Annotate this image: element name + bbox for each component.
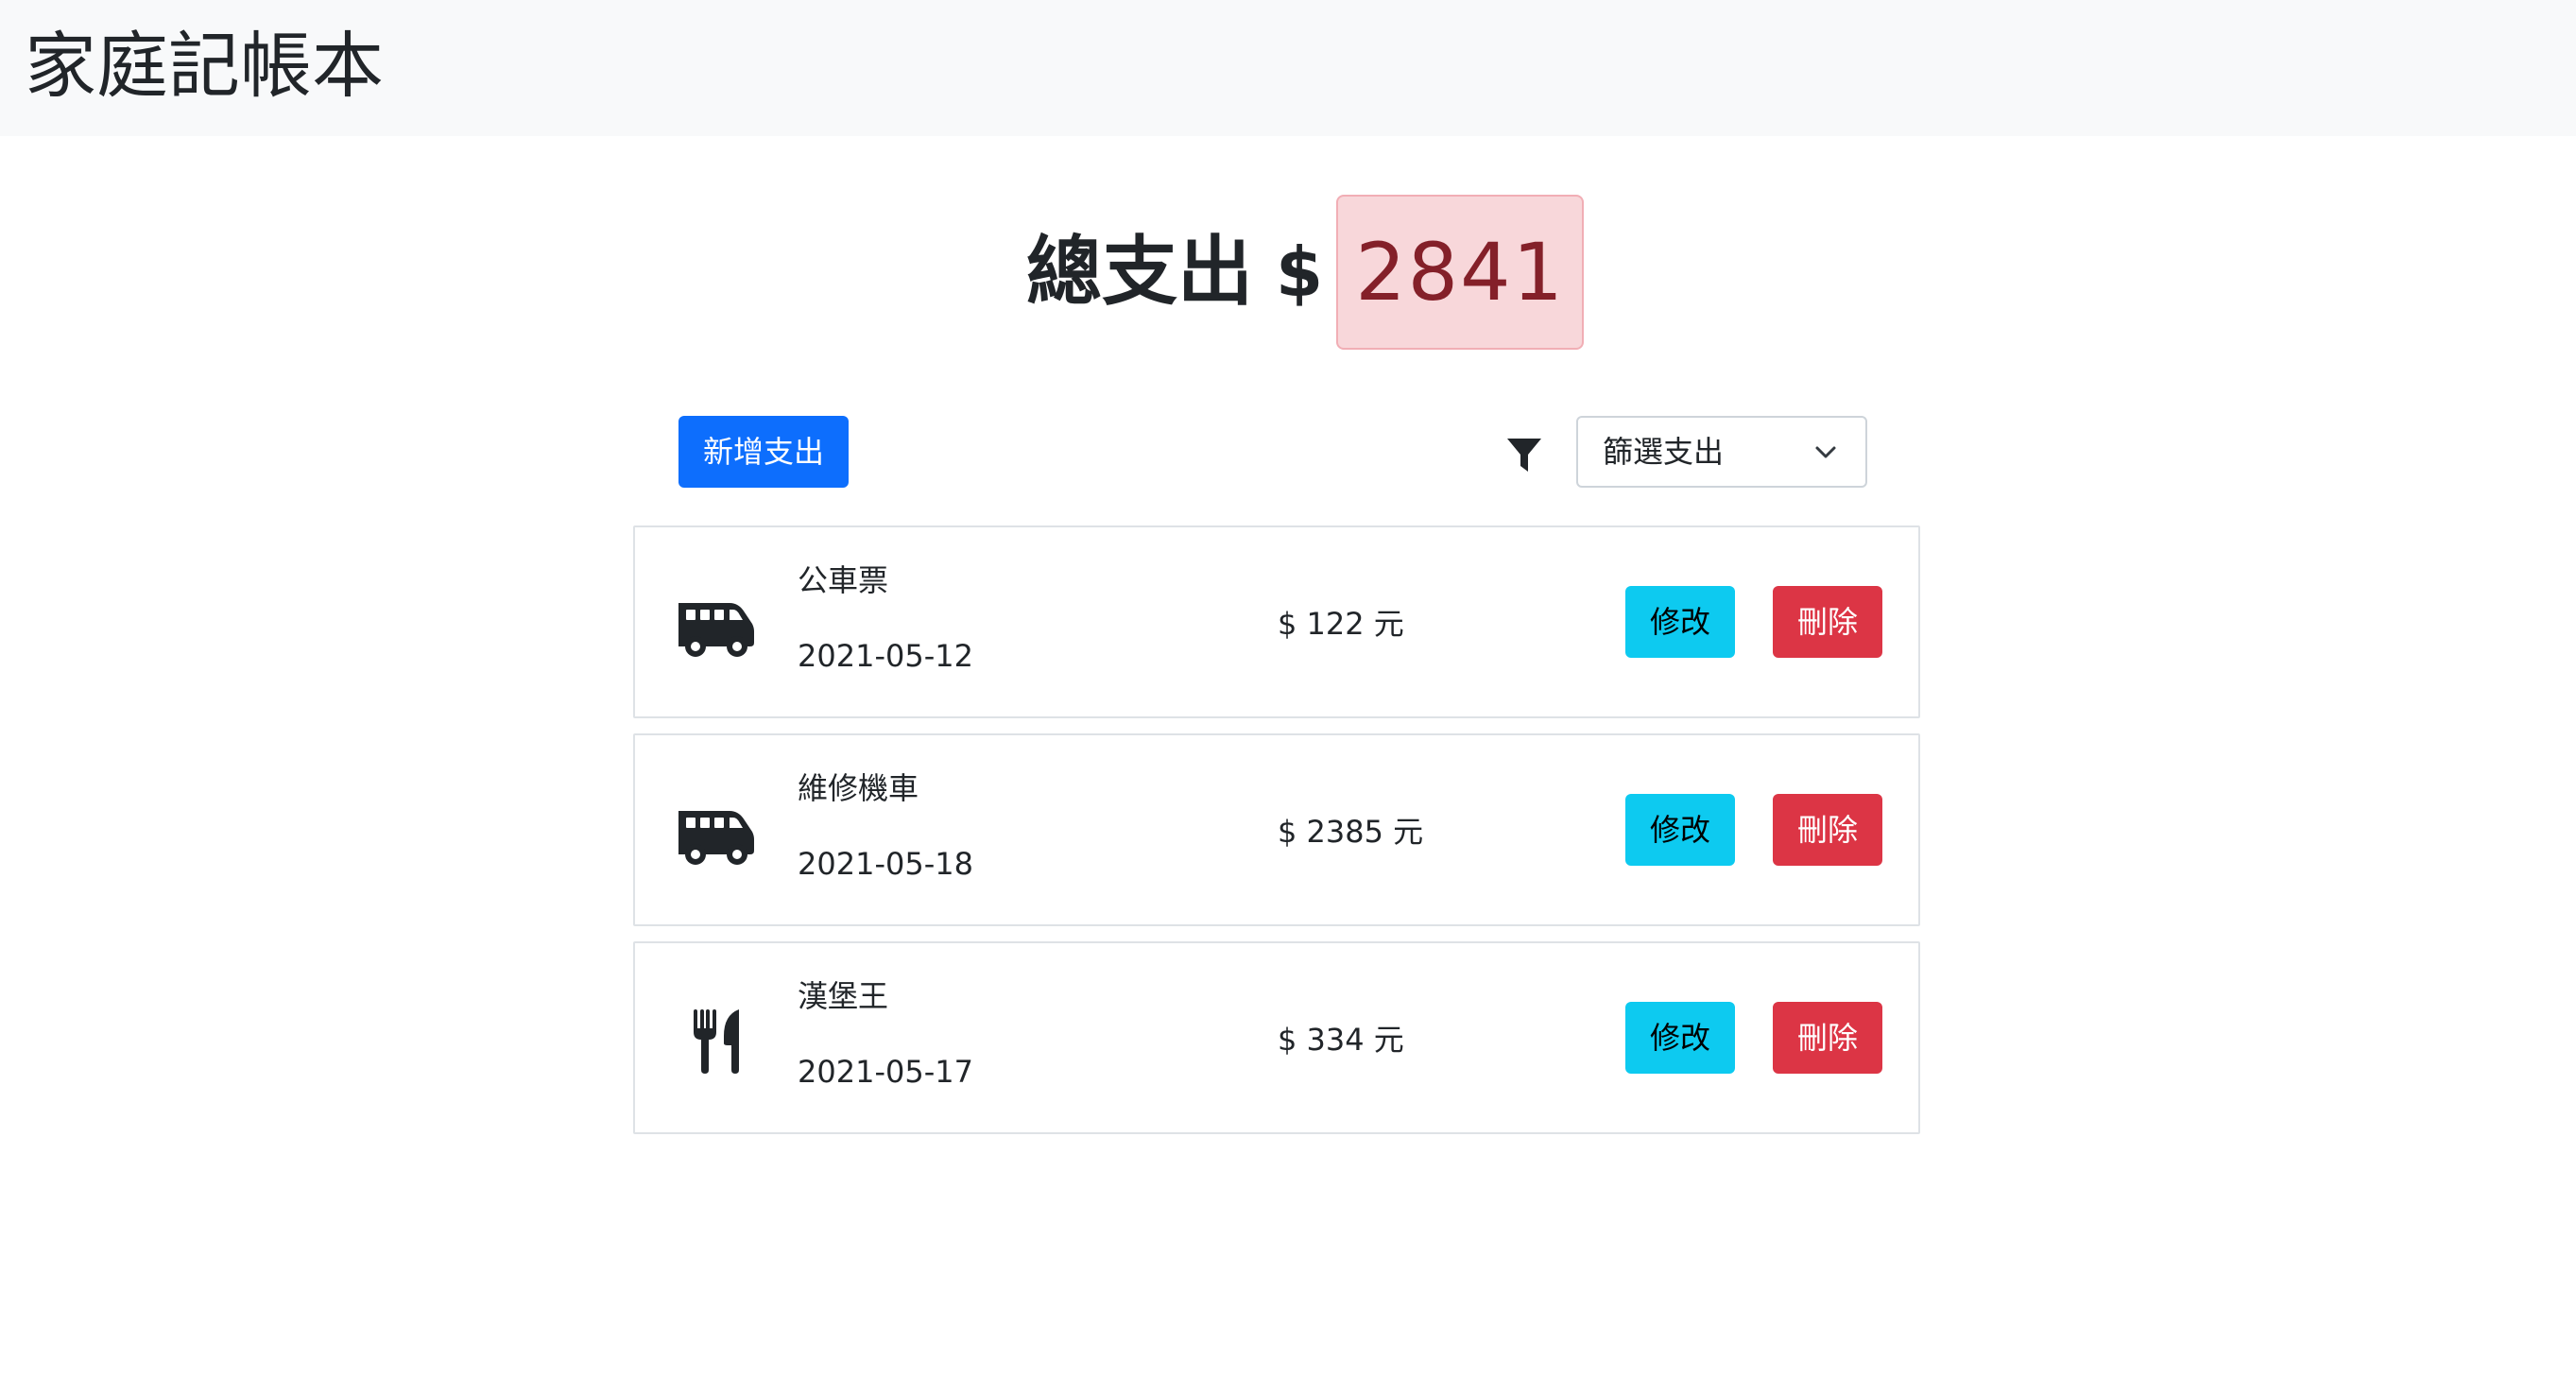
expense-date: 2021-05-18 <box>798 846 973 882</box>
expense-amount: $ 334 元 <box>1278 1022 1404 1058</box>
navbar: 家庭記帳本 <box>0 0 2576 136</box>
total-label: 總支出 <box>1026 228 1253 316</box>
add-expense-button[interactable]: 新增支出 <box>678 416 849 488</box>
edit-button[interactable]: 修改 <box>1625 586 1735 658</box>
expense-date: 2021-05-12 <box>798 638 973 674</box>
delete-button[interactable]: 刪除 <box>1773 794 1882 866</box>
expense-name: 公車票 <box>798 562 889 598</box>
expense-item: 維修機車 2021-05-18 $ 2385 元 修改 刪除 <box>633 733 1920 926</box>
app-title: 家庭記帳本 <box>25 24 384 108</box>
edit-button[interactable]: 修改 <box>1625 1002 1735 1074</box>
expense-amount: $ 122 元 <box>1278 606 1404 642</box>
expense-date: 2021-05-17 <box>798 1054 973 1090</box>
filter-select-value: 篩選支出 <box>1603 434 1725 470</box>
filter-icon <box>1507 439 1541 472</box>
van-icon <box>678 811 754 865</box>
delete-button[interactable]: 刪除 <box>1773 586 1882 658</box>
van-icon <box>678 603 754 657</box>
expense-amount: $ 2385 元 <box>1278 814 1424 850</box>
expense-list: 公車票 2021-05-12 $ 122 元 修改 刪除 維修機車 2021-0… <box>633 525 1920 1149</box>
total-summary: 總支出 $ 2841 <box>1026 195 1585 350</box>
expense-item: 漢堡王 2021-05-17 $ 334 元 修改 刪除 <box>633 941 1920 1134</box>
filter-select[interactable]: 篩選支出 <box>1576 416 1867 488</box>
total-currency: $ <box>1276 233 1324 312</box>
delete-button[interactable]: 刪除 <box>1773 1002 1882 1074</box>
total-amount-badge: 2841 <box>1336 195 1585 350</box>
expense-name: 漢堡王 <box>798 978 889 1014</box>
expense-item: 公車票 2021-05-12 $ 122 元 修改 刪除 <box>633 525 1920 718</box>
chevron-down-icon <box>1815 446 1836 458</box>
utensils-icon <box>694 1009 739 1074</box>
edit-button[interactable]: 修改 <box>1625 794 1735 866</box>
expense-name: 維修機車 <box>798 770 919 806</box>
